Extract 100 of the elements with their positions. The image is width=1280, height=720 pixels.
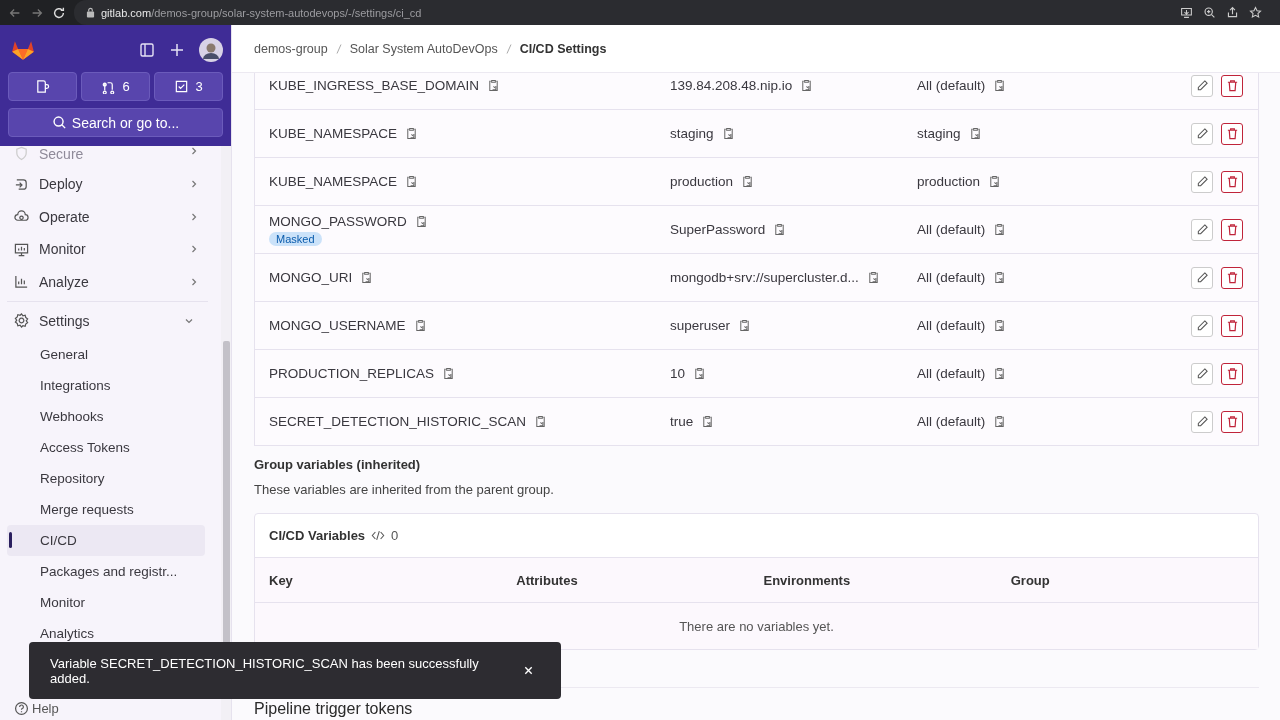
chevron-right-icon (189, 179, 199, 190)
reload-icon[interactable] (52, 5, 66, 20)
delete-button[interactable] (1221, 170, 1243, 193)
copy-icon[interactable] (360, 271, 374, 284)
nav-item[interactable]: CI/CD (7, 525, 205, 556)
breadcrumb-link[interactable]: CI/CD Settings (519, 41, 607, 56)
nav-section[interactable]: Settings (7, 301, 208, 339)
toast-message: Variable SECRET_DETECTION_HISTORIC_SCAN has been successfully added. (50, 655, 480, 686)
nav-item[interactable]: Repository (7, 463, 205, 494)
issues-button[interactable] (8, 72, 77, 101)
copy-icon[interactable] (405, 127, 419, 140)
copy-icon[interactable] (442, 367, 456, 380)
copy-icon[interactable] (701, 415, 715, 428)
edit-button[interactable] (1191, 266, 1213, 289)
copy-icon[interactable] (413, 319, 427, 332)
sidebar-toggle-icon[interactable] (139, 42, 155, 58)
copy-icon[interactable] (993, 79, 1007, 92)
trash-icon (1225, 415, 1239, 428)
trash-icon (1225, 319, 1239, 332)
column-header: Key (269, 572, 294, 588)
merge-requests-button[interactable]: 6 (81, 72, 150, 101)
copy-icon[interactable] (534, 415, 548, 428)
masked-badge: Masked (269, 231, 322, 246)
plus-icon[interactable] (169, 42, 185, 58)
nav-item[interactable]: Integrations (7, 370, 205, 401)
share-icon[interactable] (1226, 6, 1239, 19)
nav-item[interactable]: Webhooks (7, 401, 205, 432)
edit-button[interactable] (1191, 218, 1213, 241)
nav-item[interactable]: Merge requests (7, 494, 205, 525)
edit-button[interactable] (1191, 122, 1213, 145)
delete-button[interactable] (1221, 74, 1243, 97)
avatar[interactable] (199, 38, 223, 62)
variable-value: staging (670, 126, 714, 141)
copy-icon[interactable] (487, 79, 501, 92)
star-icon[interactable] (1249, 6, 1262, 19)
merge-request-icon (101, 79, 117, 94)
address-bar[interactable]: gitlab.com/demos-group/solar-system-autodevops/-/settings/ci_cd (74, 0, 1280, 25)
nav-section[interactable]: Analyze (7, 265, 213, 298)
breadcrumb-separator-icon (505, 43, 512, 54)
copy-icon[interactable] (773, 223, 787, 236)
delete-button[interactable] (1221, 122, 1243, 145)
delete-button[interactable] (1221, 314, 1243, 337)
delete-button[interactable] (1221, 362, 1243, 385)
delete-button[interactable] (1221, 266, 1243, 289)
copy-icon[interactable] (988, 175, 1002, 188)
nav-item[interactable]: Access Tokens (7, 432, 205, 463)
variable-value: superuser (670, 318, 731, 333)
copy-icon[interactable] (414, 214, 428, 228)
copy-icon[interactable] (693, 367, 707, 380)
close-icon[interactable] (523, 665, 534, 676)
edit-button[interactable] (1191, 362, 1213, 385)
pencil-icon (1195, 127, 1209, 140)
trash-icon (1225, 367, 1239, 380)
search-button[interactable]: Search or go to... (8, 108, 223, 137)
column-header: Environments (763, 572, 852, 588)
variable-value: SuperPassword (670, 222, 766, 237)
variable-value: true (670, 414, 694, 429)
variable-count: 0 (391, 528, 399, 543)
copy-icon[interactable] (993, 223, 1007, 236)
copy-icon[interactable] (738, 319, 752, 332)
chevron-right-icon (189, 211, 199, 222)
empty-message: There are no variables yet. (679, 618, 834, 634)
edit-button[interactable] (1191, 410, 1213, 433)
nav-section[interactable]: Operate (7, 200, 213, 233)
copy-icon[interactable] (968, 127, 982, 140)
copy-icon[interactable] (741, 175, 755, 188)
copy-icon[interactable] (993, 319, 1007, 332)
environment-scope: All (default) (917, 366, 986, 381)
copy-icon[interactable] (993, 271, 1007, 284)
delete-button[interactable] (1221, 218, 1243, 241)
breadcrumb-link[interactable]: Solar System AutoDevOps (349, 41, 498, 56)
install-icon[interactable] (1180, 6, 1193, 19)
pencil-icon (1195, 271, 1209, 284)
environment-scope: production (917, 174, 981, 189)
monitor-icon (14, 241, 29, 257)
copy-icon[interactable] (993, 367, 1007, 380)
nav-item[interactable]: Packages and registr... (7, 556, 205, 587)
todo-icon (174, 79, 190, 94)
variable-key: MONGO_PASSWORD (269, 213, 407, 229)
delete-button[interactable] (1221, 410, 1243, 433)
nav-item[interactable]: General (7, 339, 205, 370)
copy-icon[interactable] (866, 271, 880, 284)
shield-icon (14, 146, 29, 161)
copy-icon[interactable] (721, 127, 735, 140)
help-link[interactable]: Help (7, 701, 213, 716)
edit-button[interactable] (1191, 314, 1213, 337)
nav-section[interactable]: Monitor (7, 233, 213, 266)
chevron-right-icon (189, 276, 199, 287)
copy-icon[interactable] (405, 175, 419, 188)
breadcrumb-link[interactable]: demos-group (254, 41, 328, 56)
zoom-icon[interactable] (1203, 6, 1216, 19)
pencil-icon (1195, 367, 1209, 380)
todos-button[interactable]: 3 (154, 72, 223, 101)
nav-section[interactable]: Deploy (7, 168, 213, 201)
copy-icon[interactable] (800, 79, 814, 92)
edit-button[interactable] (1191, 170, 1213, 193)
copy-icon[interactable] (993, 415, 1007, 428)
nav-item[interactable]: Monitor (7, 587, 205, 618)
edit-button[interactable] (1191, 74, 1213, 97)
variable-value: mongodb+srv://supercluster.d... (670, 270, 859, 285)
